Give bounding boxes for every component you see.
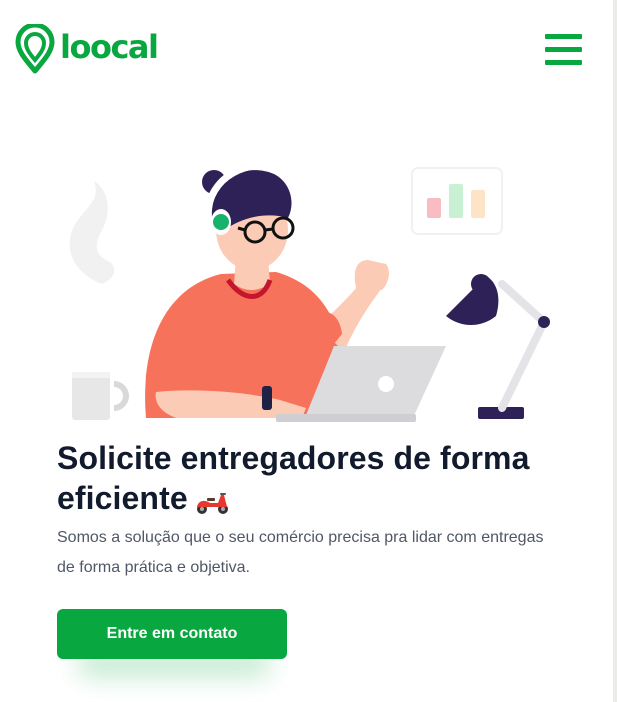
bar-chart-icon bbox=[411, 167, 503, 235]
contact-button[interactable]: Entre em contato bbox=[57, 609, 287, 659]
menu-line bbox=[545, 60, 582, 65]
menu-line bbox=[545, 47, 582, 52]
desk-lamp-icon bbox=[446, 274, 550, 419]
scooter-icon bbox=[196, 493, 228, 514]
location-pin-icon bbox=[15, 24, 55, 74]
hero-title: Solicite entregadores de forma eficiente bbox=[57, 438, 557, 518]
hero-title-text: Solicite entregadores de forma eficiente bbox=[57, 440, 530, 516]
scrollbar[interactable] bbox=[613, 0, 617, 702]
logo-text: loocal bbox=[60, 28, 159, 66]
hero-illustration bbox=[69, 162, 550, 422]
menu-button[interactable] bbox=[545, 34, 583, 66]
logo[interactable]: loocal bbox=[14, 24, 159, 74]
steam-decoration bbox=[69, 181, 115, 284]
coffee-mug-icon bbox=[72, 372, 129, 420]
hamburger-menu-icon bbox=[545, 34, 582, 39]
site-header: loocal bbox=[0, 0, 613, 100]
hero-description: Somos a solução que o seu comércio preci… bbox=[57, 529, 544, 576]
